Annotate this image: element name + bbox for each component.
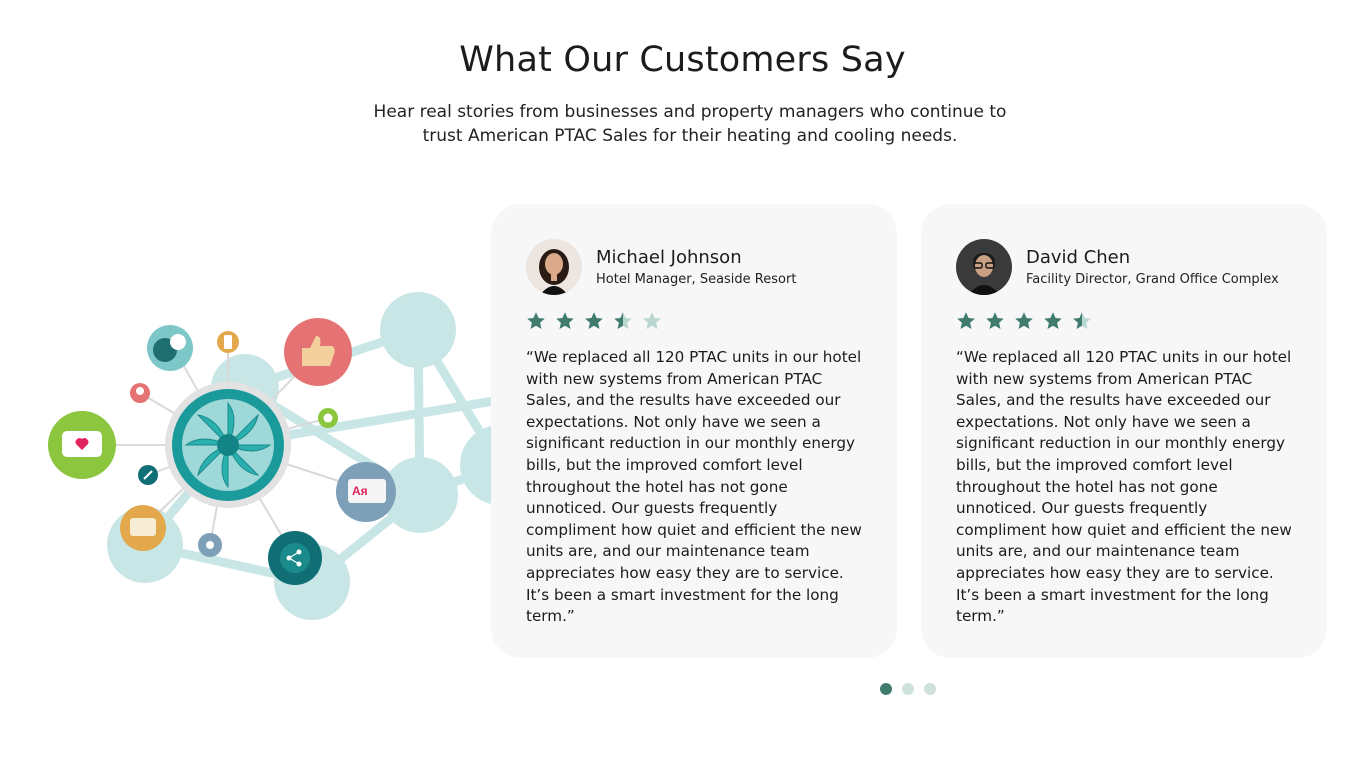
person-name: David Chen	[1026, 247, 1131, 268]
carousel-dot[interactable]	[902, 683, 914, 695]
testimonials-section: What Our Customers Say Hear real stories…	[0, 0, 1365, 760]
woman-avatar-icon	[526, 239, 582, 295]
person-role: Facility Director, Grand Office Complex	[1026, 272, 1279, 287]
avatar	[956, 239, 1012, 295]
star-rating	[956, 311, 1293, 333]
network-illustration: Ая	[40, 290, 495, 630]
star-icon	[957, 312, 975, 329]
person-role: Hotel Manager, Seaside Resort	[596, 272, 797, 287]
star-icon	[643, 312, 661, 329]
carousel-dot[interactable]	[880, 683, 892, 695]
svg-text:Ая: Ая	[352, 484, 368, 498]
section-subtitle: Hear real stories from businesses and pr…	[373, 102, 1007, 146]
testimonial-card: Michael Johnson Hotel Manager, Seaside R…	[491, 204, 897, 658]
star-icon	[585, 312, 603, 329]
testimonial-quote: “We replaced all 120 PTAC units in our h…	[526, 348, 862, 626]
person-name: Michael Johnson	[596, 247, 742, 268]
star-icon	[1044, 312, 1062, 329]
star-icon	[986, 312, 1004, 329]
testimonial-quote: “We replaced all 120 PTAC units in our h…	[956, 348, 1292, 626]
star-icon	[1073, 312, 1091, 329]
star-icon	[527, 312, 545, 329]
avatar	[526, 239, 582, 295]
star-rating	[526, 311, 863, 333]
card-header: Michael Johnson Hotel Manager, Seaside R…	[526, 238, 863, 296]
star-icon	[614, 312, 632, 329]
man-avatar-icon	[956, 239, 1012, 295]
card-header: David Chen Facility Director, Grand Offi…	[956, 238, 1293, 296]
network-fan-icon: Ая	[48, 292, 495, 620]
section-title: What Our Customers Say	[459, 40, 906, 80]
star-icon	[556, 312, 574, 329]
carousel-dot[interactable]	[924, 683, 936, 695]
star-icon	[1015, 312, 1033, 329]
testimonial-card: David Chen Facility Director, Grand Offi…	[921, 204, 1327, 658]
carousel-pagination	[880, 683, 936, 695]
